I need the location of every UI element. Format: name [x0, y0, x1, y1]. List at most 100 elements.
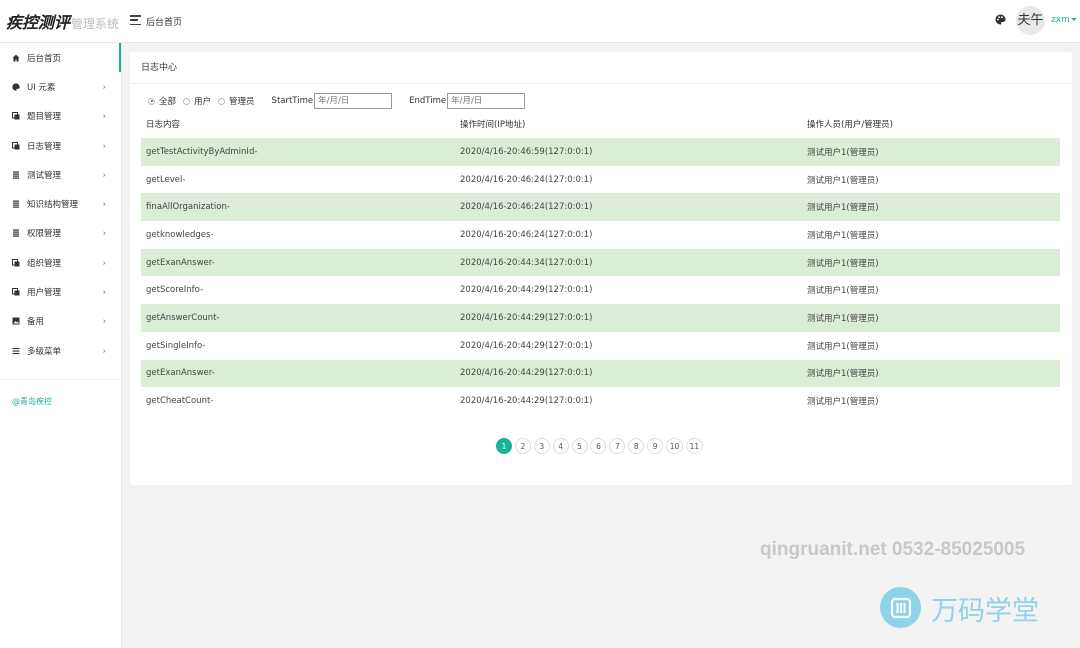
watermark-logo-icon: [880, 587, 921, 628]
table-row: getSingleInfo- 2020/4/16-20:44:29(127:0:0…: [141, 332, 1060, 360]
sidebar-item[interactable]: 知识结构管理 ›: [0, 189, 121, 218]
log-operator-cell: 测试用户1(管理员): [807, 286, 879, 297]
sidebar-item-label: 知识结构管理: [27, 200, 79, 211]
avatar[interactable]: 夫午: [1016, 6, 1045, 35]
table-header: 日志内容 操作时间(IP地址) 操作人员(用户/管理员): [141, 115, 1060, 133]
sidebar-item-label: 组织管理: [27, 258, 62, 269]
page-button[interactable]: 8: [628, 438, 645, 454]
top-navbar: 疾控测评 管理系统 后台首页 夫午 zxm: [0, 0, 1080, 43]
copy-icon: [12, 258, 20, 267]
sidebar-divider: [0, 379, 121, 381]
chevron-right-icon: ›: [102, 258, 106, 268]
list-icon: [12, 229, 20, 238]
sidebar-item[interactable]: 后台首页: [0, 43, 121, 73]
sidebar-item[interactable]: 日志管理 ›: [0, 131, 121, 160]
list-icon: [12, 171, 20, 179]
table-row: getExanAnswer- 2020/4/16-20:44:29(127:0:0…: [141, 359, 1060, 388]
sidebar-item[interactable]: 备用 ›: [0, 307, 121, 336]
sidebar-item[interactable]: 权限管理 ›: [0, 219, 121, 248]
chevron-right-icon: ›: [102, 141, 106, 151]
radio-checked-icon: [148, 97, 155, 105]
table-row: getLevel- 2020/4/16-20:46:24(127:0:0:1) 测试…: [141, 166, 1060, 194]
radio-icon: [183, 97, 191, 105]
end-time-input[interactable]: [447, 93, 526, 109]
page-button[interactable]: 9: [647, 438, 664, 454]
menu-toggle-icon[interactable]: [130, 15, 141, 25]
palette-icon: [12, 83, 20, 91]
table-row: finaAllOrganization- 2020/4/16-20:46:24(1…: [141, 193, 1060, 222]
copy-icon: [12, 141, 20, 150]
log-time-cell: 2020/4/16-20:44:29(127:0:0:1): [460, 396, 593, 407]
log-content-cell: getExanAnswer-: [146, 257, 215, 268]
list-icon: [12, 200, 20, 208]
log-operator-cell: 测试用户1(管理员): [807, 369, 879, 380]
page-title: 后台首页: [146, 18, 183, 28]
app-logo[interactable]: 疾控测评 管理系统: [6, 9, 119, 33]
sidebar-item[interactable]: 题目管理 ›: [0, 102, 121, 131]
page-button[interactable]: 1: [496, 438, 512, 454]
table-row: getScoreInfo- 2020/4/16-20:44:29(127:0:0:…: [141, 276, 1060, 304]
column-header-time: 操作时间(IP地址): [460, 120, 526, 130]
page-button[interactable]: 11: [685, 438, 703, 454]
log-operator-cell: 测试用户1(管理员): [807, 147, 879, 158]
sidebar-item[interactable]: 多级菜单 ›: [0, 336, 121, 365]
radio-all[interactable]: 全部: [148, 95, 176, 107]
log-content-cell: finaAllOrganization-: [146, 202, 230, 213]
copy-icon: [12, 112, 20, 120]
sidebar-item-label: 测试管理: [27, 170, 62, 181]
home-icon: [12, 54, 20, 62]
log-content-cell: getTestActivityByAdminId-: [146, 146, 258, 157]
chevron-right-icon: ›: [102, 170, 106, 180]
log-time-cell: 2020/4/16-20:44:29(127:0:0:1): [460, 285, 593, 296]
menu-icon: [12, 347, 20, 355]
log-operator-cell: 测试用户1(管理员): [807, 258, 879, 269]
log-table-body: getTestActivityByAdminId- 2020/4/16-20:46…: [141, 138, 1060, 415]
end-time-label: EndTime: [409, 96, 447, 106]
sidebar-item[interactable]: UI 元素 ›: [0, 72, 121, 101]
chevron-right-icon: ›: [102, 228, 106, 238]
chevron-down-icon: [1070, 18, 1077, 21]
chevron-right-icon: ›: [102, 199, 106, 209]
log-time-cell: 2020/4/16-20:44:29(127:0:0:1): [460, 312, 593, 323]
log-time-cell: 2020/4/16-20:46:59(127:0:0:1): [460, 146, 593, 157]
panel-title: 日志中心: [130, 52, 1072, 84]
log-time-cell: 2020/4/16-20:46:24(127:0:0:1): [460, 202, 593, 213]
radio-label: 全部: [159, 97, 177, 107]
sidebar-item-label: UI 元素: [27, 82, 56, 93]
column-header-content: 日志内容: [146, 120, 181, 130]
start-time-input[interactable]: [314, 93, 393, 109]
radio-user[interactable]: 用户: [183, 95, 211, 107]
log-content-cell: getCheatCount-: [146, 396, 214, 407]
image-icon: [12, 317, 20, 325]
log-center-panel: 日志中心 全部 用户 管理员 StartTime EndTime 日志内容 操作…: [130, 52, 1072, 485]
log-content-cell: getAnswerCount-: [146, 312, 220, 323]
sidebar-item-label: 权限管理: [27, 229, 62, 240]
sidebar-nav: 后台首页 UI 元素 › 题目管理 › 日志管理 › 测试管理 › 知识结构管理 › 权限管理 › 组织管…: [0, 43, 121, 365]
brand-subtitle: 管理系统: [71, 17, 120, 31]
log-time-cell: 2020/4/16-20:46:24(127:0:0:1): [460, 174, 593, 185]
page-button[interactable]: 2: [514, 438, 531, 454]
log-operator-cell: 测试用户1(管理员): [807, 313, 879, 324]
user-menu-dropdown[interactable]: zxm: [1051, 15, 1077, 25]
page-button[interactable]: 6: [590, 438, 607, 454]
radio-admin[interactable]: 管理员: [218, 95, 255, 107]
sidebar-item[interactable]: 用户管理 ›: [0, 277, 121, 306]
log-content-cell: getLevel-: [146, 174, 186, 185]
palette-icon[interactable]: [995, 14, 1006, 25]
page-button[interactable]: 5: [571, 438, 588, 454]
log-operator-cell: 测试用户1(管理员): [807, 230, 879, 241]
sidebar-item[interactable]: 测试管理 ›: [0, 160, 121, 189]
log-content-cell: getSingleInfo-: [146, 340, 206, 351]
page-button[interactable]: 3: [533, 438, 550, 454]
radio-icon: [218, 97, 226, 105]
page-button[interactable]: 10: [666, 438, 684, 454]
page-button[interactable]: 7: [609, 438, 626, 454]
sidebar-item-label: 备用: [27, 317, 45, 328]
sidebar-footer-link[interactable]: @青岛疾控: [12, 396, 52, 407]
chevron-right-icon: ›: [102, 82, 106, 92]
page-button[interactable]: 4: [552, 438, 569, 454]
copy-icon: [12, 288, 20, 296]
filter-bar: 全部 用户 管理员 StartTime EndTime: [148, 93, 526, 109]
username: zxm: [1051, 15, 1070, 25]
sidebar-item[interactable]: 组织管理 ›: [0, 248, 121, 277]
